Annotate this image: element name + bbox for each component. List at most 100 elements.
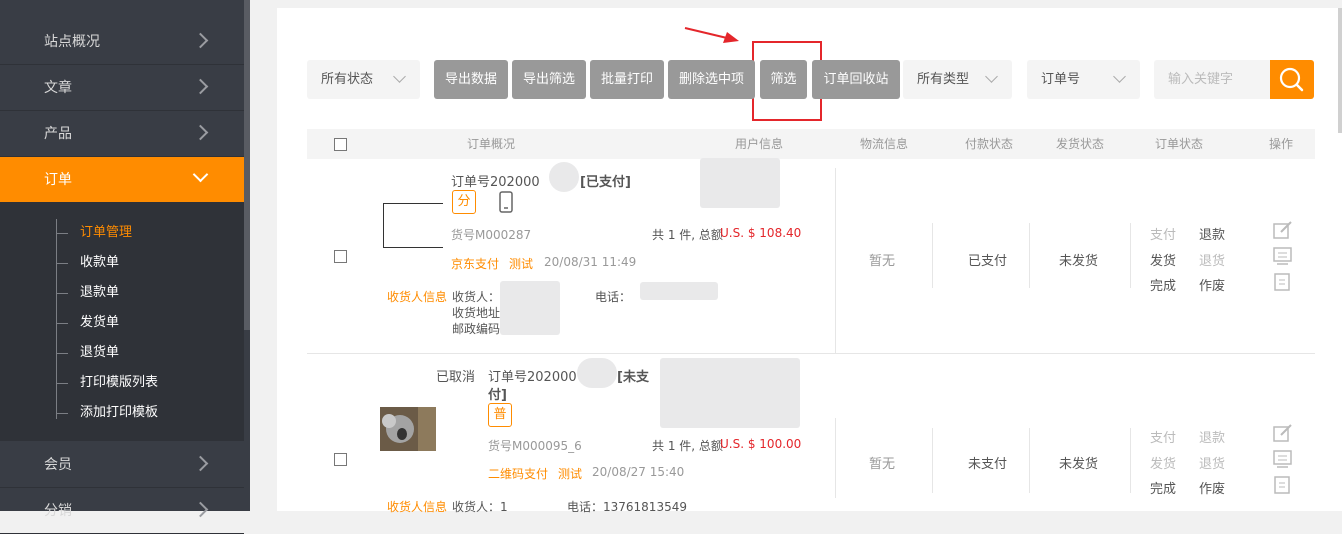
select-all-checkbox[interactable] [334,138,347,151]
search-icon [1279,67,1304,92]
test-label: 测试 [558,467,583,481]
row-checkbox[interactable] [334,453,347,466]
delete-selected-button[interactable]: 删除选中项 [668,60,755,99]
row-divider [1029,428,1030,493]
sidebar-subitem-print-templates[interactable]: 打印模版列表 [80,375,158,391]
submenu-tick [56,383,68,384]
submenu-tick [56,413,68,414]
submenu-guide-line [56,219,57,419]
order-number[interactable]: 订单号202000 [451,171,540,190]
edit-icon[interactable] [1272,220,1294,240]
sidebar-subitem-returns[interactable]: 退货单 [80,345,119,361]
filter-button[interactable]: 筛选 [760,60,807,99]
row-separator [307,353,1315,354]
redacted-area [549,162,579,192]
col-payment-status: 付款状态 [965,137,1014,151]
search-input[interactable]: 输入关键字 [1154,60,1270,99]
row-divider [932,428,933,493]
row-divider [932,223,933,288]
recycle-bin-button[interactable]: 订单回收站 [812,60,900,99]
col-logistics: 物流信息 [860,137,909,151]
search-placeholder: 输入关键字 [1168,72,1234,87]
edit-icon[interactable] [1272,423,1294,443]
sidebar-subitem-receipts[interactable]: 收款单 [80,255,119,271]
sidebar-item-site-overview[interactable]: 站点概况 [0,19,244,65]
search-button[interactable] [1270,60,1314,99]
order-amount: U.S. $ 100.00 [720,437,802,451]
redacted-user-info [660,358,800,428]
main-scrollbar[interactable] [1338,8,1342,133]
field-select[interactable]: 订单号 [1027,60,1140,99]
row-divider [1130,223,1131,288]
chevron-right-icon [192,124,209,141]
redacted-area [640,282,718,300]
action-void[interactable]: 作废 [1199,275,1225,294]
shipping-status: 未发货 [1059,254,1099,269]
payment-method: 京东支付 [451,257,500,271]
submenu-tick [56,323,68,324]
row-checkbox[interactable] [334,250,347,263]
action-pay[interactable]: 支付 [1150,427,1176,446]
action-complete[interactable]: 完成 [1150,275,1176,294]
chevron-right-icon [192,32,209,49]
clipboard-icon[interactable] [1272,271,1294,291]
receiver-info-label[interactable]: 收货人信息 [387,498,447,515]
payment-tag: [未支 [617,370,649,385]
sidebar-item-label: 会员 [44,457,72,473]
payment-tag: [已支付] [580,175,631,190]
status-select[interactable]: 所有状态 [307,60,420,99]
field-select-value: 订单号 [1041,72,1081,87]
sidebar-scrollbar[interactable] [244,0,250,330]
product-thumbnail[interactable] [380,407,436,451]
submenu-tick [56,353,68,354]
col-operations: 操作 [1269,137,1294,151]
action-return[interactable]: 退货 [1199,250,1225,269]
sidebar-subitem-shipments[interactable]: 发货单 [80,315,119,331]
sidebar-subitem-refunds[interactable]: 退款单 [80,285,119,301]
batch-print-button[interactable]: 批量打印 [590,60,664,99]
sidebar-item-orders[interactable]: 订单 [0,157,244,203]
export-data-button[interactable]: 导出数据 [434,60,508,99]
sidebar-item-label: 文章 [44,80,72,96]
product-thumbnail[interactable] [383,203,443,248]
action-pay[interactable]: 支付 [1150,224,1176,243]
sidebar-item-members[interactable]: 会员 [0,442,244,488]
order-summary: 共 1 件, 总额 [652,439,723,453]
action-return[interactable]: 退货 [1199,453,1225,472]
sidebar-item-label: 订单 [44,172,72,188]
row-divider [835,168,836,353]
normal-badge: 普 [488,403,512,427]
sidebar-subitem-order-management[interactable]: 订单管理 [80,225,132,241]
clipboard-icon[interactable] [1272,474,1294,494]
type-select[interactable]: 所有类型 [903,60,1012,99]
action-complete[interactable]: 完成 [1150,478,1176,497]
sidebar-item-distribution[interactable]: 分销 [0,488,244,534]
print-icon[interactable] [1272,246,1294,266]
action-refund[interactable]: 退款 [1199,224,1225,243]
sidebar-subitem-add-print-template[interactable]: 添加打印模板 [80,405,158,421]
receiver-name: 收货人： [452,290,501,304]
shipping-status: 未发货 [1059,457,1099,472]
action-refund[interactable]: 退款 [1199,427,1225,446]
action-ship[interactable]: 发货 [1150,453,1176,472]
receiver-name: 收货人：1 [452,500,508,514]
chevron-down-icon [393,70,406,83]
export-filter-button[interactable]: 导出筛选 [512,60,586,99]
col-order-overview: 订单概况 [467,137,516,151]
action-ship[interactable]: 发货 [1150,250,1176,269]
receiver-info-label[interactable]: 收货人信息 [387,288,447,305]
action-void[interactable]: 作废 [1199,478,1225,497]
order-number[interactable]: 订单号202000 [488,366,577,385]
redacted-user-info [700,158,780,208]
sidebar-item-products[interactable]: 产品 [0,111,244,157]
table-header: 订单概况 用户信息 物流信息 付款状态 发货状态 订单状态 操作 [307,129,1315,159]
test-label: 测试 [509,257,534,271]
print-icon[interactable] [1272,449,1294,469]
logistics-status: 暂无 [869,457,896,472]
row-divider [1130,428,1131,493]
sidebar-item-articles[interactable]: 文章 [0,65,244,111]
distribution-badge: 分 [452,190,476,214]
order-date: 20/08/27 15:40 [592,465,685,479]
chevron-down-icon [192,166,209,183]
order-date: 20/08/31 11:49 [544,255,637,269]
